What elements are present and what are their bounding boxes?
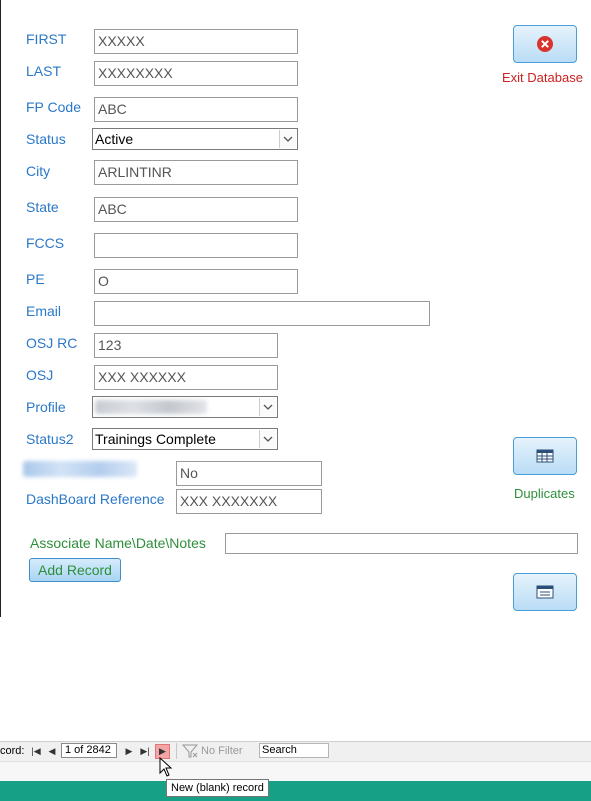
table-icon bbox=[536, 449, 554, 463]
filter-icon[interactable] bbox=[181, 743, 199, 762]
application-status-bar bbox=[0, 781, 591, 801]
mouse-cursor-icon bbox=[159, 757, 173, 777]
dashboard-reference-label: DashBoard Reference bbox=[26, 491, 165, 507]
fp-code-label: FP Code bbox=[26, 99, 81, 115]
associate-notes-field[interactable] bbox=[225, 533, 578, 554]
osj-rc-label: OSJ RC bbox=[26, 335, 78, 351]
osj-rc-field[interactable]: 123 bbox=[94, 333, 278, 358]
previous-record-icon[interactable]: ◀ bbox=[46, 744, 58, 759]
osj-label: OSJ bbox=[26, 367, 54, 383]
record-label: cord: bbox=[0, 745, 25, 757]
last-label: LAST bbox=[26, 63, 62, 79]
record-navigation-bar: cord: |◀ ◀ 1 of 2842 ▶ ▶| ▶ No Filter Se… bbox=[0, 741, 591, 762]
last-record-icon[interactable]: ▶| bbox=[139, 744, 151, 759]
blurred-label-field[interactable]: No bbox=[176, 461, 322, 486]
search-input[interactable]: Search bbox=[259, 743, 329, 758]
redacted-value bbox=[95, 400, 207, 414]
status2-label: Status2 bbox=[26, 431, 74, 447]
duplicates-caption: Duplicates bbox=[514, 486, 575, 501]
exit-database-caption: Exit Database bbox=[502, 70, 583, 85]
pe-field[interactable]: O bbox=[94, 269, 298, 294]
record-form: FIRST XXXXX LAST XXXXXXXX FP Code ABC St… bbox=[0, 0, 591, 617]
close-circle-icon bbox=[537, 36, 553, 52]
dashboard-reference-field[interactable]: XXX XXXXXXX bbox=[176, 489, 322, 514]
fccs-label: FCCS bbox=[26, 235, 65, 251]
email-label: Email bbox=[26, 303, 62, 319]
profile-label: Profile bbox=[26, 399, 66, 415]
status2-combo[interactable]: Trainings Complete bbox=[92, 428, 278, 450]
chevron-down-icon[interactable] bbox=[259, 398, 276, 416]
status-bar bbox=[0, 761, 591, 782]
city-field[interactable]: ARLINTINR bbox=[94, 160, 298, 185]
duplicates-button[interactable] bbox=[513, 437, 577, 475]
chevron-down-icon[interactable] bbox=[279, 130, 296, 148]
first-label: FIRST bbox=[26, 31, 67, 47]
state-field[interactable]: ABC bbox=[94, 197, 298, 222]
new-record-tooltip: New (blank) record bbox=[166, 779, 269, 797]
first-record-icon[interactable]: |◀ bbox=[30, 744, 42, 759]
nav-divider bbox=[176, 743, 177, 759]
add-record-button[interactable]: Add Record bbox=[29, 558, 121, 582]
status2-value: Trainings Complete bbox=[95, 431, 216, 447]
status-combo[interactable]: Active bbox=[92, 128, 298, 150]
profile-combo[interactable] bbox=[92, 396, 278, 418]
chevron-down-icon[interactable] bbox=[259, 430, 276, 448]
no-filter-button[interactable]: No Filter bbox=[201, 745, 243, 757]
city-label: City bbox=[26, 163, 51, 179]
associate-notes-label: Associate Name\Date\Notes bbox=[30, 535, 206, 551]
email-field[interactable] bbox=[94, 301, 430, 326]
status-value: Active bbox=[95, 131, 134, 147]
form-view-button[interactable] bbox=[513, 573, 577, 611]
osj-field[interactable]: XXX XXXXXX bbox=[94, 365, 278, 390]
pe-label: PE bbox=[26, 271, 45, 287]
fccs-field[interactable] bbox=[94, 233, 298, 258]
next-record-icon[interactable]: ▶ bbox=[123, 744, 135, 759]
state-label: State bbox=[26, 199, 59, 215]
exit-database-button[interactable] bbox=[513, 25, 577, 63]
first-field[interactable]: XXXXX bbox=[94, 29, 298, 54]
last-field[interactable]: XXXXXXXX bbox=[94, 61, 298, 86]
status-label: Status bbox=[26, 131, 66, 147]
fp-code-field[interactable]: ABC bbox=[94, 97, 298, 122]
current-record-input[interactable]: 1 of 2842 bbox=[61, 743, 117, 758]
form-icon bbox=[536, 585, 554, 599]
redacted-label bbox=[23, 461, 137, 477]
